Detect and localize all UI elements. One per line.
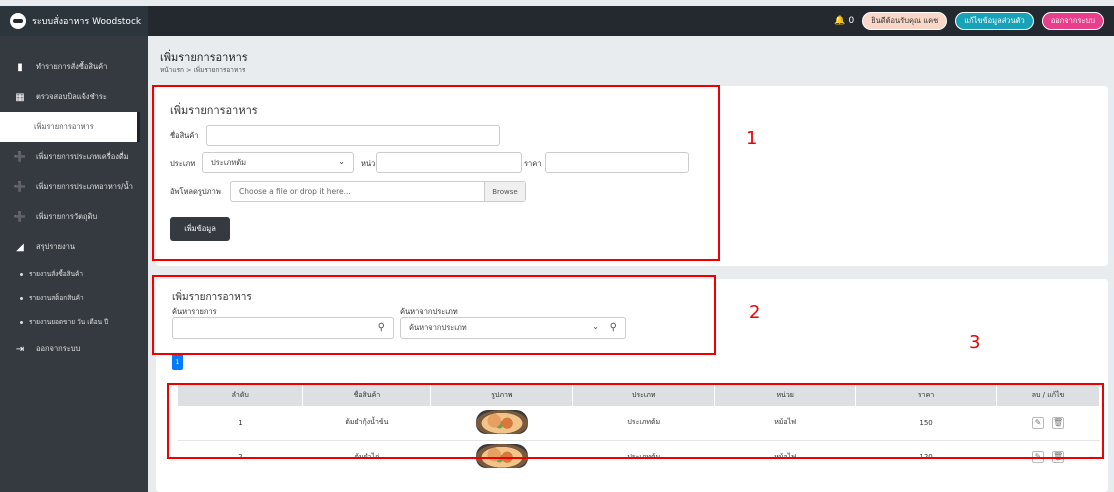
annotation-number-3: 3 xyxy=(969,332,981,353)
sidebar-item-add-drink-type[interactable]: ➕ เพิ่มรายการประเภทเครื่องดื่ม xyxy=(0,142,148,172)
sidebar-item-label: เพิ่มรายการประเภทเครื่องดื่ม xyxy=(36,152,129,161)
top-navbar: ระบบสั่งอาหาร Woodstock 🔔 0 ยินดีต้อนรับ… xyxy=(0,6,1114,36)
file-icon: ▮ xyxy=(17,61,23,73)
sidebar-subitem-sales-report[interactable]: รายงานยอดขาย วัน เดือน ปี xyxy=(0,310,148,334)
sidebar-item-label: ตรวจสอบบิลแจ้งชำระ xyxy=(36,92,107,101)
app-title: ระบบสั่งอาหาร Woodstock xyxy=(32,17,142,27)
plus-circle-icon: ➕ xyxy=(13,211,27,223)
sidebar-item-report[interactable]: ◢ สรุปรายงาน xyxy=(0,232,148,262)
grid-icon: ▦ xyxy=(15,91,25,103)
sidebar-item-add-ingredient[interactable]: ➕ เพิ่มรายการวัตถุดิบ xyxy=(0,202,148,232)
page-title: เพิ่มรายการอาหาร xyxy=(160,51,248,64)
sidebar-item-label: เพิ่มรายการอาหาร xyxy=(34,122,94,131)
logo-icon xyxy=(10,13,26,29)
sidebar-item-label: เพิ่มรายการประเภทอาหาร/น้ำ xyxy=(36,182,133,191)
sidebar-item-label: เพิ่มรายการวัตถุดิบ xyxy=(36,212,98,221)
annotation-number-1: 1 xyxy=(746,128,758,149)
annotation-box-3 xyxy=(167,383,1104,459)
breadcrumb[interactable]: หน้าแรก > เพิ่มรายการอาหาร xyxy=(160,65,245,75)
annotation-box-2 xyxy=(152,275,716,355)
notification-count: 0 xyxy=(848,16,855,26)
sidebar: ▮ ทำรายการสั่งซื้อสินค้า ▦ ตรวจสอบบิลแจ้… xyxy=(0,36,148,492)
sidebar-item-label: สรุปรายงาน xyxy=(36,242,76,251)
brand[interactable]: ระบบสั่งอาหาร Woodstock xyxy=(0,6,148,36)
sidebar-item-add-food-type[interactable]: ➕ เพิ่มรายการประเภทอาหาร/น้ำ xyxy=(0,172,148,202)
edit-profile-button[interactable]: แก้ไขข้อมูลส่วนตัว xyxy=(955,12,1034,30)
sidebar-subitem-order-report[interactable]: รายงานสั่งซื้อสินค้า xyxy=(0,262,148,286)
sidebar-item-add-food[interactable]: เพิ่มรายการอาหาร xyxy=(0,112,140,142)
sidebar-item-logout[interactable]: ⇥ ออกจากระบบ xyxy=(0,334,148,364)
logout-button[interactable]: ออกจากระบบ xyxy=(1041,12,1104,30)
welcome-badge[interactable]: ยินดีต้อนรับคุณ แคช xyxy=(862,12,948,30)
sidebar-subitem-stock-report[interactable]: รายงานสต็อกสินค้า xyxy=(0,286,148,310)
annotation-number-2: 2 xyxy=(749,302,761,323)
notification-bell[interactable]: 🔔 0 xyxy=(834,16,854,26)
sidebar-item-orders[interactable]: ▮ ทำรายการสั่งซื้อสินค้า xyxy=(0,52,148,82)
pagination-page-1[interactable]: 1 xyxy=(172,354,183,370)
report-icon: ◢ xyxy=(16,241,24,253)
sidebar-item-bills[interactable]: ▦ ตรวจสอบบิลแจ้งชำระ xyxy=(0,82,148,112)
sidebar-item-label: ออกจากระบบ xyxy=(36,344,81,353)
plus-circle-icon: ➕ xyxy=(13,181,27,193)
logout-icon: ⇥ xyxy=(15,343,25,355)
sidebar-item-label: ทำรายการสั่งซื้อสินค้า xyxy=(36,62,108,71)
bell-icon: 🔔 xyxy=(834,16,846,26)
annotation-box-1 xyxy=(152,85,720,261)
plus-circle-icon: ➕ xyxy=(13,151,27,163)
